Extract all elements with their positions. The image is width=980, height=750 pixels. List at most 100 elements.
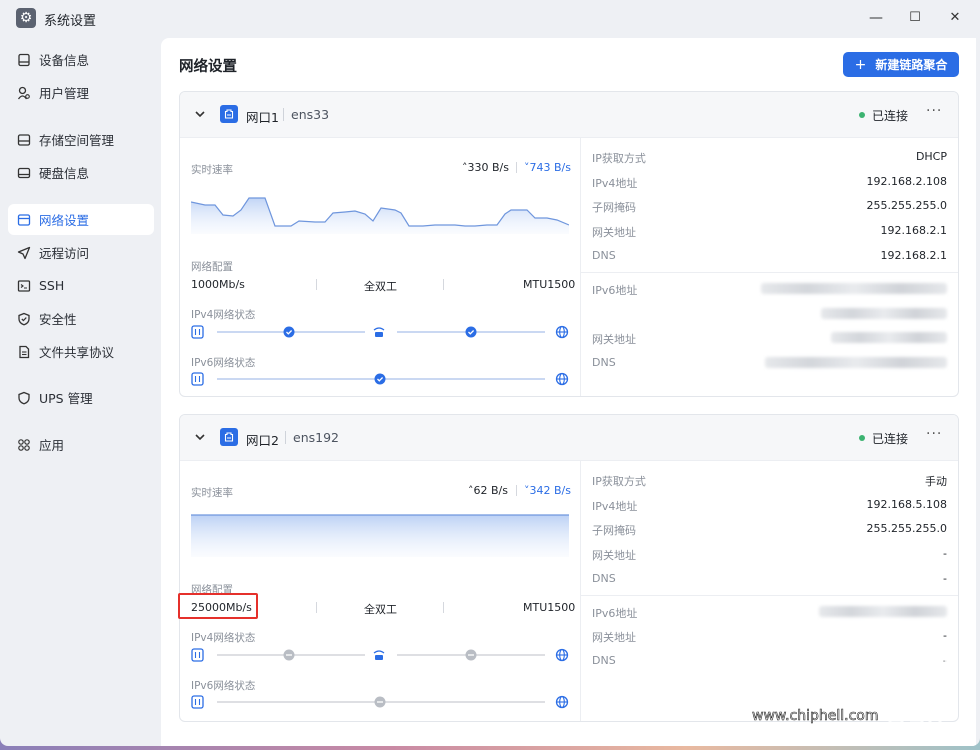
window-title: 系统设置 xyxy=(44,14,97,29)
redacted-ipv6-2 xyxy=(821,308,947,319)
realtime-rate-label: 实时速率 xyxy=(191,164,233,176)
port-info: IP获取方式 DHCP IPv4地址 192.168.2.108 子网掩码 255.2… xyxy=(580,138,958,396)
status-text: 已连接 xyxy=(872,109,909,123)
ipv4-status-path xyxy=(191,648,569,662)
sidebar-item-security[interactable]: 安全性 xyxy=(8,303,154,334)
sidebar-item-label: 应用 xyxy=(39,438,65,453)
rate-down: ˅342 B/s xyxy=(524,484,571,497)
rate-up: ˄62 B/s xyxy=(468,484,508,497)
redacted-dns6 xyxy=(765,357,947,368)
port-card-header[interactable]: 网口2 ens192 已连接 ··· xyxy=(180,415,958,461)
ipv4-status-label: IPv4网络状态 xyxy=(191,309,256,321)
sidebar: 设备信息 用户管理 存储空间管理 硬盘信息 网络设置 远程访问 SSH 安全性 xyxy=(0,40,160,746)
network-icon xyxy=(17,213,31,227)
sidebar-item-disk[interactable]: 硬盘信息 xyxy=(8,157,154,188)
sidebar-item-remote[interactable]: 远程访问 xyxy=(8,237,154,268)
sidebar-item-label: 硬盘信息 xyxy=(39,166,90,181)
separator xyxy=(285,431,286,444)
divider xyxy=(581,595,958,596)
sidebar-item-ups[interactable]: UPS 管理 xyxy=(8,382,154,413)
port-card-1: 网口1 ens33 已连接 ··· 实时速率 ˄330 B/s ˅743 B/s… xyxy=(179,91,959,397)
rate-up: ˄330 B/s xyxy=(462,161,509,174)
apps-icon xyxy=(17,438,31,452)
info-row-dns: DNS - xyxy=(592,572,947,585)
minimize-button[interactable]: — xyxy=(858,6,894,30)
mtu: MTU1500 xyxy=(523,601,576,614)
sidebar-item-storage[interactable]: 存储空间管理 xyxy=(8,124,154,155)
info-row-dns6: DNS - xyxy=(592,654,947,667)
status-dot xyxy=(859,435,865,441)
file-icon xyxy=(17,345,31,359)
close-button[interactable]: ✕ xyxy=(937,6,973,30)
sidebar-item-device-info[interactable]: 设备信息 xyxy=(8,44,154,75)
info-row-mask: 子网掩码 255.255.255.0 xyxy=(592,199,947,214)
duplex-mode: 全双工 xyxy=(364,280,397,293)
port-card-header[interactable]: 网口1 ens33 已连接 ··· xyxy=(180,92,958,138)
shield-icon xyxy=(17,312,31,326)
new-bond-label: 新建链路聚合 xyxy=(875,58,948,72)
redacted-ipv6 xyxy=(761,283,947,294)
disk-icon xyxy=(17,166,31,180)
sidebar-item-apps[interactable]: 应用 xyxy=(8,429,154,460)
rate-down: ˅743 B/s xyxy=(524,161,571,174)
sidebar-item-label: 远程访问 xyxy=(39,246,90,261)
terminal-icon xyxy=(17,279,31,293)
chevron-down-icon[interactable] xyxy=(194,431,206,443)
maximize-button[interactable]: ☐ xyxy=(897,6,933,30)
more-icon[interactable]: ··· xyxy=(926,426,942,442)
sidebar-item-label: 文件共享协议 xyxy=(39,345,115,360)
separator xyxy=(283,108,284,121)
sidebar-item-label: UPS 管理 xyxy=(39,391,93,406)
chevron-down-icon[interactable] xyxy=(194,108,206,120)
separator xyxy=(516,162,517,173)
sidebar-item-label: 设备信息 xyxy=(39,53,90,68)
realtime-rate-label: 实时速率 xyxy=(191,487,233,499)
redacted-gateway6 xyxy=(831,332,947,343)
status-text: 已连接 xyxy=(872,432,909,446)
port-name: 网口2 xyxy=(246,433,279,448)
mtu: MTU1500 xyxy=(523,278,576,291)
info-row-gateway6: 网关地址 - xyxy=(592,629,947,644)
ethernet-port-icon xyxy=(220,428,238,446)
divider xyxy=(581,272,958,273)
redacted-ipv6 xyxy=(819,606,947,617)
title-bar: ⚙ 系统设置 — ☐ ✕ xyxy=(0,0,980,36)
sidebar-item-users[interactable]: 用户管理 xyxy=(8,77,154,108)
network-config-label: 网络配置 xyxy=(191,261,233,273)
separator xyxy=(316,279,317,290)
device-name: ens33 xyxy=(291,107,330,122)
storage-icon xyxy=(17,133,31,147)
sidebar-item-label: 网络设置 xyxy=(39,213,90,228)
info-row-ipv4: IPv4地址 192.168.2.108 xyxy=(592,175,947,190)
info-row-ipv4: IPv4地址 192.168.5.108 xyxy=(592,498,947,513)
ethernet-port-icon xyxy=(220,105,238,123)
ipv4-status-path xyxy=(191,325,569,339)
duplex-mode: 全双工 xyxy=(364,603,397,616)
info-row-gateway: 网关地址 192.168.2.1 xyxy=(592,224,947,239)
sidebar-item-label: 用户管理 xyxy=(39,86,90,101)
sidebar-item-file-sharing[interactable]: 文件共享协议 xyxy=(8,336,154,367)
port-card-2: 网口2 ens192 已连接 ··· 实时速率 ˄62 B/s ˅342 B/s… xyxy=(179,414,959,722)
sidebar-item-label: 存储空间管理 xyxy=(39,133,115,148)
separator xyxy=(516,485,517,496)
info-row-ip-method: IP获取方式 DHCP xyxy=(592,150,947,165)
sidebar-item-label: 安全性 xyxy=(39,312,77,327)
user-icon xyxy=(17,86,31,100)
separator xyxy=(443,602,444,613)
gear-icon: ⚙ xyxy=(16,8,36,28)
settings-window: ⚙ 系统设置 — ☐ ✕ 设备信息 用户管理 存储空间管理 硬盘信息 网络设置 … xyxy=(0,0,980,746)
more-icon[interactable]: ··· xyxy=(926,103,942,119)
sidebar-item-label: SSH xyxy=(39,278,65,293)
ipv6-status-label: IPv6网络状态 xyxy=(191,357,256,369)
device-icon xyxy=(17,53,31,67)
port-info: IP获取方式 手动 IPv4地址 192.168.5.108 子网掩码 255.255… xyxy=(580,461,958,721)
traffic-chart xyxy=(191,197,569,234)
info-row-ip-method: IP获取方式 手动 xyxy=(592,475,947,488)
info-row-gateway: 网关地址 - xyxy=(592,547,947,562)
traffic-chart xyxy=(191,514,569,557)
separator xyxy=(316,602,317,613)
sidebar-item-ssh[interactable]: SSH xyxy=(8,270,154,301)
new-bond-button[interactable]: + 新建链路聚合 xyxy=(843,52,959,77)
sidebar-item-network[interactable]: 网络设置 xyxy=(8,204,154,235)
send-icon xyxy=(17,246,31,260)
